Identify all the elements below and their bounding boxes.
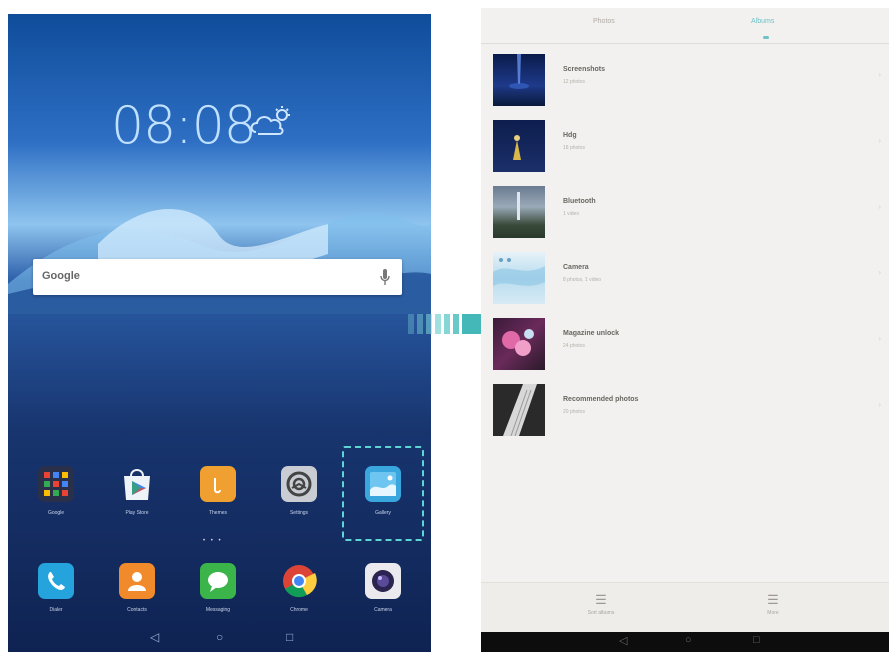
google-search-bar[interactable]: Google (33, 259, 402, 295)
chevron-right-icon: › (878, 202, 881, 211)
list-icon: ☰ (595, 592, 607, 607)
album-count: 1 video (563, 211, 580, 217)
app-label: Google (47, 510, 65, 516)
home-icon[interactable]: ○ (685, 634, 692, 646)
app-label: Dialer (49, 607, 63, 613)
action-label: Sort albums (587, 610, 615, 616)
settings-gear-icon (281, 466, 317, 502)
contacts-icon (119, 563, 155, 599)
folder-grid-icon (38, 466, 74, 502)
app-contacts[interactable]: Contacts (107, 563, 167, 613)
chevron-right-icon: › (878, 136, 881, 145)
app-settings[interactable]: Settings (269, 466, 329, 516)
app-play-store[interactable]: Play Store (107, 466, 167, 516)
more-button[interactable]: ☰ More (743, 593, 803, 616)
themes-icon (200, 466, 236, 502)
album-thumbnail (493, 186, 545, 238)
google-logo-text: Google (42, 270, 80, 282)
album-name: Screenshots (563, 66, 606, 73)
album-name: Bluetooth (563, 198, 596, 205)
left-nav-bar: ◁ ○ □ (8, 626, 431, 652)
album-thumbnail (493, 318, 545, 370)
gallery-tabs: Photos Albums (481, 8, 889, 44)
album-count: 20 photos (563, 409, 585, 415)
album-thumbnail (493, 120, 545, 172)
home-screen: 08:08 Google Google Play Store Themes Se… (8, 14, 431, 652)
gallery-screen: Photos Albums Screenshots 12 photos › Hd… (481, 8, 889, 652)
tab-albums[interactable]: Albums (751, 18, 774, 25)
album-name: Recommended photos (563, 396, 639, 403)
recents-icon[interactable]: □ (286, 630, 293, 644)
album-item[interactable]: Recommended photos 20 photos › (481, 376, 889, 442)
recents-icon[interactable]: □ (753, 634, 760, 646)
messaging-icon (200, 563, 236, 599)
app-label: Messaging (205, 607, 231, 613)
clock-time: 08:08 (111, 96, 257, 156)
app-dialer[interactable]: Dialer (26, 563, 86, 613)
album-item[interactable]: Magazine unlock 24 photos › (481, 310, 889, 376)
album-item[interactable]: Hdg 18 photos › (481, 112, 889, 178)
app-google-folder[interactable]: Google (26, 466, 86, 516)
tab-indicator (763, 36, 769, 39)
app-label: Chrome (290, 607, 308, 613)
album-count: 12 photos (563, 79, 585, 85)
album-thumbnail (493, 252, 545, 304)
app-messaging[interactable]: Messaging (188, 563, 248, 613)
gallery-highlight-box (342, 446, 424, 541)
page-indicator: • • • (203, 538, 223, 544)
album-item[interactable]: Bluetooth 1 video › (481, 178, 889, 244)
chevron-right-icon: › (878, 268, 881, 277)
phone-icon (38, 563, 74, 599)
album-item[interactable]: Camera 8 photos, 1 video › (481, 244, 889, 310)
app-label: Settings (289, 510, 309, 516)
home-icon[interactable]: ○ (216, 630, 223, 644)
album-name: Magazine unlock (563, 330, 620, 337)
app-label: Contacts (127, 607, 147, 613)
album-thumbnail (493, 384, 545, 436)
app-label: Themes (208, 510, 228, 516)
back-icon[interactable]: ◁ (150, 630, 159, 644)
sort-albums-button[interactable]: ☰ Sort albums (571, 593, 631, 616)
app-label: Play Store (125, 510, 149, 516)
album-thumbnail (493, 54, 545, 106)
right-nav-bar: ◁ ○ □ (481, 632, 889, 652)
album-count: 24 photos (563, 343, 585, 349)
album-name: Hdg (563, 132, 577, 139)
gallery-bottom-actions: ☰ Sort albums ☰ More (481, 582, 889, 632)
app-camera[interactable]: Camera (353, 563, 413, 613)
app-themes[interactable]: Themes (188, 466, 248, 516)
tab-photos[interactable]: Photos (593, 18, 615, 25)
chevron-right-icon: › (878, 334, 881, 343)
play-store-icon (119, 466, 155, 502)
microphone-icon[interactable] (380, 268, 390, 286)
album-name: Camera (563, 264, 589, 271)
app-chrome[interactable]: Chrome (269, 563, 329, 613)
menu-icon: ☰ (767, 592, 779, 607)
chrome-icon (281, 563, 317, 599)
action-label: More (767, 610, 779, 616)
album-count: 18 photos (563, 145, 585, 151)
screenshot-stage: 08:08 Google Google Play Store Themes Se… (0, 0, 889, 652)
album-count: 8 photos, 1 video (563, 277, 602, 283)
chevron-right-icon: › (878, 400, 881, 409)
app-label: Camera (374, 607, 392, 613)
album-item[interactable]: Screenshots 12 photos › (481, 46, 889, 112)
camera-icon (365, 563, 401, 599)
weather-cloud-icon (250, 106, 290, 135)
back-icon[interactable]: ◁ (619, 634, 627, 647)
chevron-right-icon: › (878, 70, 881, 79)
